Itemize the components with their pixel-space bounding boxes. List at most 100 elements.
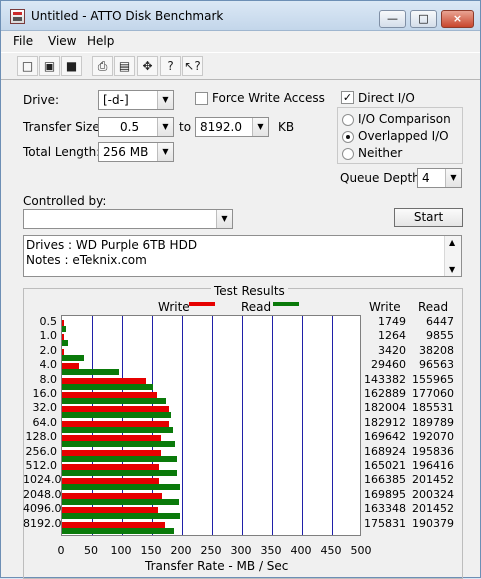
close-button[interactable]: ×: [441, 10, 474, 28]
read-value: 38208: [419, 343, 454, 357]
test-results-title: Test Results: [211, 284, 288, 298]
transfer-size-unit: KB: [278, 120, 295, 134]
save-icon[interactable]: ■: [61, 56, 82, 76]
force-write-access-checkbox[interactable]: [195, 92, 208, 105]
read-value: 201452: [412, 473, 454, 487]
read-bar: [62, 498, 180, 505]
new-icon[interactable]: □: [17, 56, 38, 76]
x-axis-tick-label: 150: [140, 544, 162, 557]
start-button[interactable]: Start: [394, 208, 463, 227]
grid-line: [332, 316, 333, 535]
x-axis-tick-label: 450: [320, 544, 342, 557]
x-axis-label: Transfer Rate - MB / Sec: [145, 559, 289, 573]
chevron-down-icon[interactable]: ▼: [157, 143, 173, 161]
help-icon[interactable]: ?: [160, 56, 181, 76]
transfer-size-row-label: 64.0: [32, 415, 58, 429]
x-axis-tick-label: 0: [57, 544, 65, 557]
chevron-down-icon[interactable]: ▼: [157, 118, 173, 136]
chevron-down-icon[interactable]: ▼: [252, 118, 268, 136]
read-value: 185531: [412, 401, 454, 415]
x-axis-tick-label: 200: [170, 544, 192, 557]
read-value: 155965: [412, 372, 454, 386]
io-comparison-label: I/O Comparison: [358, 112, 451, 126]
read-bar: [62, 470, 178, 476]
menu-help[interactable]: Help: [87, 34, 114, 48]
read-bar: [62, 326, 66, 332]
read-bar: [62, 369, 119, 376]
write-value: 168924: [364, 444, 406, 458]
x-axis-tick-label: 500: [350, 544, 372, 557]
chevron-down-icon[interactable]: ▼: [216, 210, 232, 228]
neither-label: Neither: [358, 146, 403, 160]
total-length-label: Total Length:: [23, 145, 101, 159]
transfer-size-row-label: 256.0: [25, 444, 58, 458]
transfer-size-row-label: 4.0: [39, 358, 58, 372]
write-value: 143382: [364, 372, 406, 386]
legend-read-swatch: [273, 302, 299, 306]
x-axis-tick-label: 50: [84, 544, 98, 557]
overlapped-io-radio[interactable]: [342, 131, 354, 143]
drive-select[interactable]: [-d-] ▼: [98, 90, 174, 110]
toolbar: □ ▣ ■ ⎙ ▤ ✥ ? ↖?: [1, 52, 480, 80]
menu-bar: File View Help: [1, 31, 480, 51]
open-icon[interactable]: ▣: [39, 56, 60, 76]
legend-write-swatch: [189, 302, 215, 306]
write-column-header: Write: [369, 300, 401, 314]
read-value: 190379: [412, 516, 454, 530]
transfer-size-row-label: 8.0: [39, 372, 58, 386]
x-axis-tick-label: 300: [230, 544, 252, 557]
transfer-size-row-label: 4096.0: [23, 502, 62, 516]
menu-file[interactable]: File: [13, 34, 33, 48]
chevron-down-icon[interactable]: ▼: [157, 91, 173, 109]
read-value: 177060: [412, 387, 454, 400]
read-value: 9855: [426, 329, 454, 343]
maximize-button[interactable]: □: [410, 10, 437, 28]
transfer-size-row-label: 8192.0: [23, 516, 62, 530]
read-bar: [62, 383, 154, 390]
transfer-size-row-label: 16.0: [32, 387, 58, 400]
grid-line: [242, 316, 243, 535]
x-axis-tick-label: 400: [290, 544, 312, 557]
direct-io-checkbox[interactable]: ✓: [341, 91, 354, 104]
legend-read-label: Read: [241, 300, 272, 314]
read-column-header: Read: [418, 300, 449, 314]
read-bar: [62, 484, 181, 491]
transfer-size-label: Transfer Size:: [23, 120, 104, 134]
read-value: 200324: [412, 487, 454, 501]
notes-line-1: Drives : WD Purple 6TB HDD: [26, 238, 198, 252]
read-value: 6447: [426, 315, 454, 328]
queue-depth-select[interactable]: 4 ▼: [417, 168, 462, 188]
read-value: 189789: [412, 415, 454, 429]
scroll-down-icon[interactable]: ▼: [449, 265, 455, 274]
transfer-size-to-select[interactable]: 8192.0 ▼: [195, 117, 269, 137]
io-comparison-radio[interactable]: [342, 114, 354, 126]
write-value: 1749: [378, 315, 406, 328]
app-icon: [10, 9, 25, 24]
context-help-icon[interactable]: ↖?: [182, 56, 203, 76]
controlled-by-select[interactable]: ▼: [23, 209, 233, 229]
transfer-size-from-select[interactable]: 0.5 ▼: [98, 117, 174, 137]
write-value: 182912: [364, 415, 406, 429]
move-icon[interactable]: ✥: [137, 56, 158, 76]
read-value: 201452: [412, 502, 454, 516]
neither-radio[interactable]: [342, 148, 354, 160]
total-length-select[interactable]: 256 MB ▼: [98, 142, 174, 162]
read-value: 192070: [412, 430, 454, 444]
write-value: 163348: [364, 502, 406, 516]
print-icon[interactable]: ⎙: [92, 56, 113, 76]
write-value: 169895: [364, 487, 406, 501]
write-value: 29460: [371, 358, 406, 372]
minimize-button[interactable]: —: [379, 10, 406, 28]
chevron-down-icon[interactable]: ▼: [445, 169, 461, 187]
x-axis-tick-label: 350: [260, 544, 282, 557]
write-value: 175831: [364, 516, 406, 530]
read-bar: [62, 398, 166, 404]
menu-view[interactable]: View: [48, 34, 76, 48]
write-value: 1264: [378, 329, 406, 343]
notes-textarea[interactable]: Drives : WD Purple 6TB HDD Notes : eTekn…: [23, 235, 462, 277]
transfer-size-row-label: 128.0: [25, 430, 58, 444]
print-preview-icon[interactable]: ▤: [114, 56, 135, 76]
scroll-up-icon[interactable]: ▲: [449, 238, 455, 247]
notes-scrollbar[interactable]: ▲ ▼: [444, 236, 461, 276]
controlled-by-label: Controlled by:: [23, 194, 107, 208]
